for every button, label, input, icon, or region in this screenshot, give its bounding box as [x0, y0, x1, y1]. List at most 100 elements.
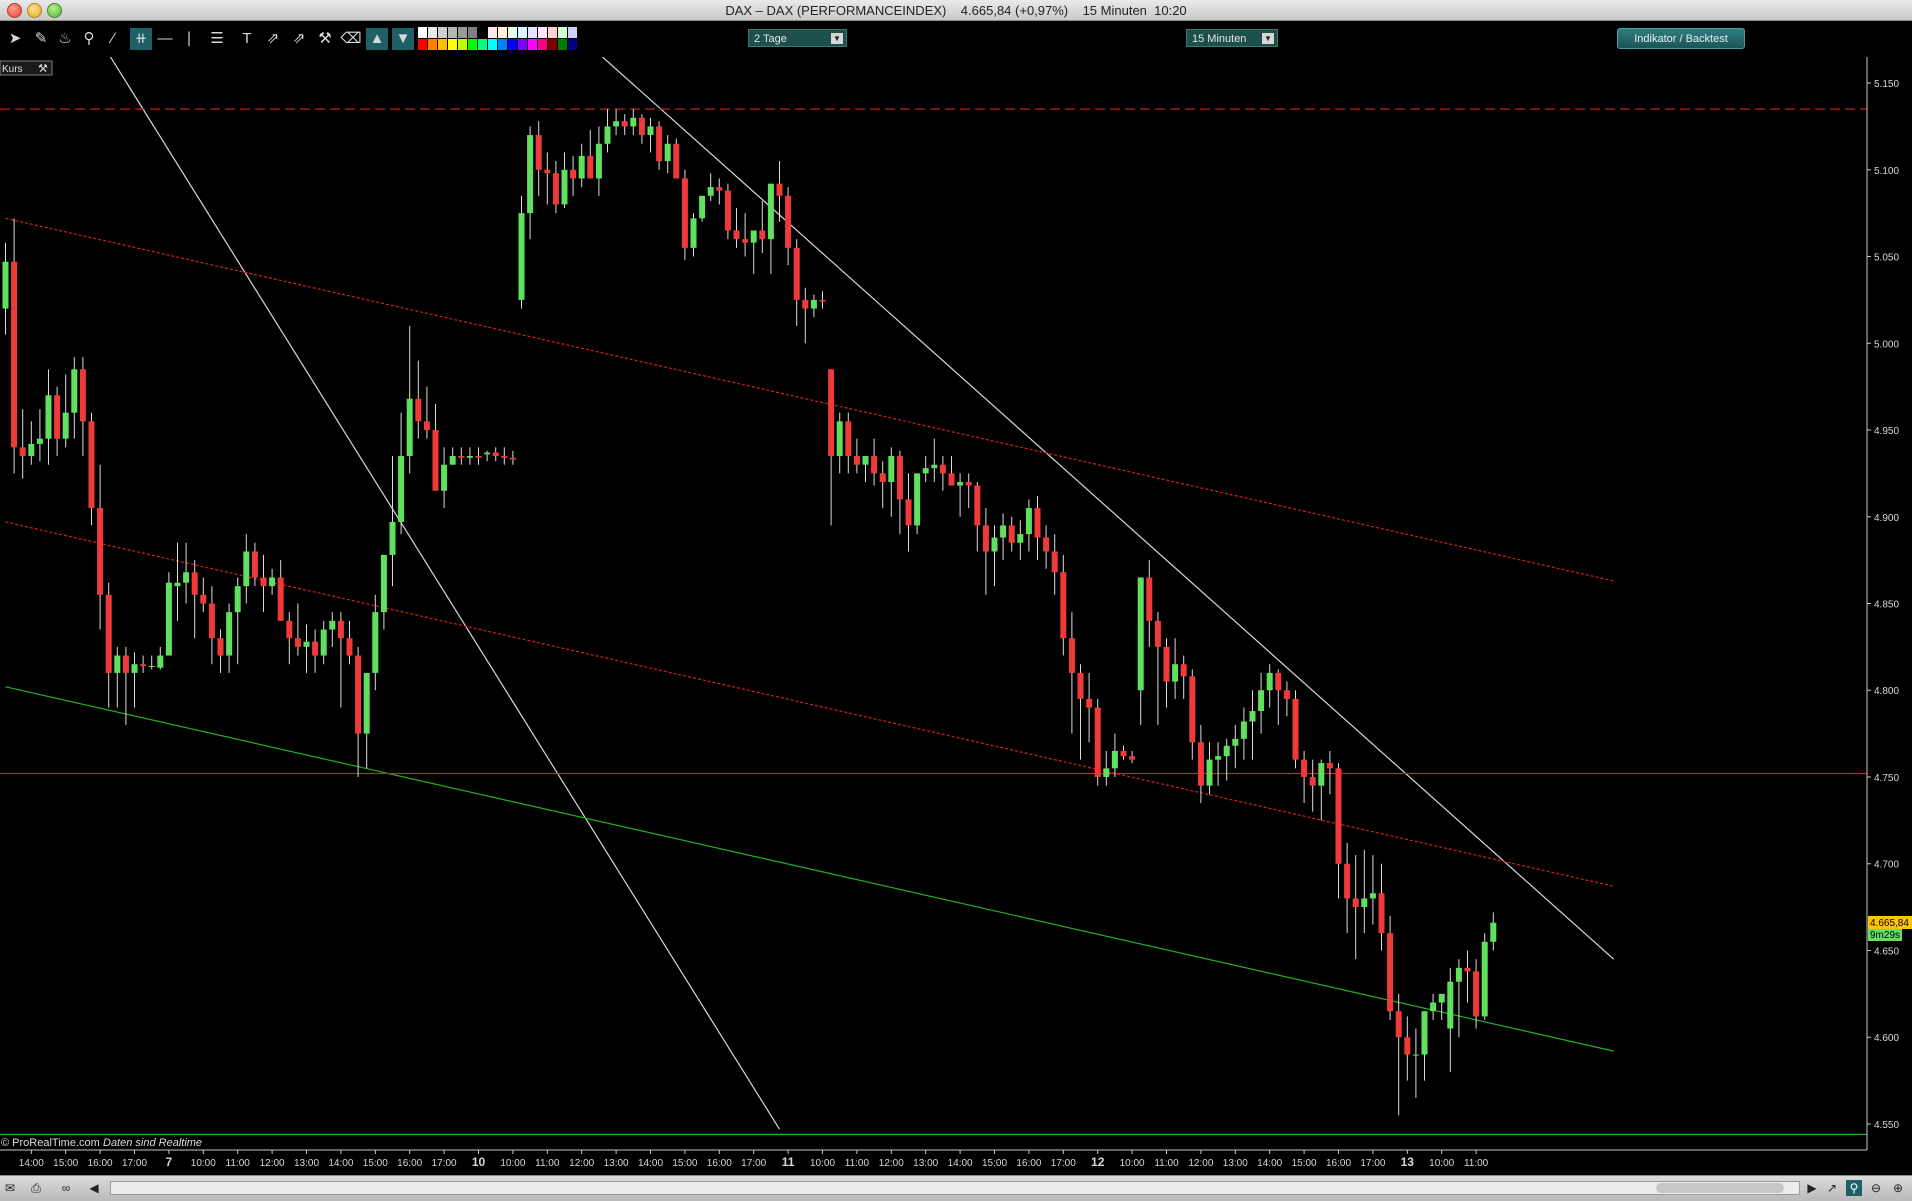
color-swatch[interactable]	[498, 39, 507, 50]
bell-icon[interactable]: ♨	[54, 28, 76, 50]
fibonacci-icon[interactable]: ☰	[206, 28, 228, 50]
color-swatch[interactable]	[488, 39, 497, 50]
candle-body	[888, 456, 895, 483]
candle-body	[1421, 1011, 1428, 1055]
trash-icon[interactable]: ⌫	[340, 28, 362, 50]
color-swatch[interactable]	[478, 27, 487, 38]
color-swatch[interactable]	[568, 39, 577, 50]
scrollbar-thumb[interactable]	[1656, 1183, 1784, 1193]
color-swatch[interactable]	[548, 27, 557, 38]
scroll-left-icon[interactable]: ◀	[86, 1180, 102, 1196]
text-icon[interactable]: T	[236, 28, 258, 50]
color-swatch[interactable]	[428, 39, 437, 50]
wrench-icon[interactable]: ⚒	[314, 28, 336, 50]
color-swatch[interactable]	[518, 39, 527, 50]
panel-label-text: Kurs	[2, 64, 23, 75]
scroll-right-icon[interactable]: ▶	[1804, 1180, 1820, 1196]
color-swatch[interactable]	[458, 39, 467, 50]
color-swatch[interactable]	[468, 27, 477, 38]
interval-dropdown[interactable]: 15 Minuten ▼	[1186, 29, 1278, 47]
color-swatch[interactable]	[528, 27, 537, 38]
candle-body	[269, 577, 276, 587]
trend-style-icon[interactable]: ▼	[392, 28, 414, 50]
candle-body	[122, 655, 129, 673]
color-swatch[interactable]	[528, 39, 537, 50]
time-scrollbar[interactable]	[110, 1181, 1800, 1195]
candle-body	[277, 577, 284, 621]
color-swatch[interactable]	[438, 39, 447, 50]
x-tick-label: 16:00	[1326, 1158, 1351, 1169]
price-chart[interactable]: 5.150 5.100 5.050 5.000 4.950 4.900 4.850 4.800…	[0, 57, 1912, 1174]
trendline-icon[interactable]: ⇗	[288, 28, 310, 50]
candle-body	[905, 499, 912, 526]
channel-icon[interactable]: ⧺	[130, 28, 152, 50]
candle-body	[389, 521, 396, 555]
color-swatch[interactable]	[548, 39, 557, 50]
color-swatch[interactable]	[488, 27, 497, 38]
x-tick-label: 13:00	[1223, 1158, 1248, 1169]
color-swatch[interactable]	[508, 27, 517, 38]
color-swatch[interactable]	[468, 39, 477, 50]
color-swatch[interactable]	[498, 27, 507, 38]
panel-label[interactable]: Kurs ⚒	[0, 60, 53, 76]
color-swatch[interactable]	[508, 39, 517, 50]
trend-color-icon[interactable]: ▲	[366, 28, 388, 50]
trend-line	[601, 57, 1615, 960]
period-dropdown[interactable]: 2 Tage ▼	[748, 29, 847, 47]
window-title: DAX – DAX (PERFORMANCEINDEX) 4.665,84 (+…	[725, 3, 1187, 18]
color-swatch[interactable]	[458, 27, 467, 38]
color-swatch[interactable]	[438, 27, 447, 38]
zoom-icon[interactable]: ⚲	[78, 28, 100, 50]
zoom-in-icon[interactable]: ⊕	[1890, 1180, 1906, 1196]
bottom-toolbar: ✉ ⎙ ∞ ◀ ▶ ↗ ⚲ ⊖ ⊕	[0, 1175, 1912, 1201]
indicator-backtest-button[interactable]: Indikator / Backtest	[1617, 28, 1745, 49]
x-tick-label: 12:00	[260, 1158, 285, 1169]
color-swatch[interactable]	[558, 39, 567, 50]
color-palette[interactable]	[418, 27, 577, 51]
color-swatch[interactable]	[448, 39, 457, 50]
candle-body	[802, 299, 809, 309]
candle-body	[114, 655, 121, 673]
candle-body	[914, 473, 921, 526]
candle-body	[97, 508, 104, 595]
candle-body	[329, 620, 336, 630]
color-swatch[interactable]	[478, 39, 487, 50]
candle-body	[724, 190, 731, 231]
candle-body	[466, 456, 473, 458]
candle-body	[1154, 620, 1161, 647]
horizontal-line-icon[interactable]: —	[154, 28, 176, 50]
x-tick-label: 13:00	[294, 1158, 319, 1169]
candle-body	[1318, 763, 1325, 786]
color-swatch[interactable]	[568, 27, 577, 38]
line-icon[interactable]: ∕	[102, 28, 124, 50]
candle-body	[982, 525, 989, 552]
candle-body	[251, 551, 258, 578]
candle-body	[535, 135, 542, 170]
zoom-out-icon[interactable]: ⊖	[1868, 1180, 1884, 1196]
trendline-icon[interactable]: ⇗	[262, 28, 284, 50]
candle-body	[234, 586, 241, 613]
color-swatch[interactable]	[418, 39, 427, 50]
candle-body	[1404, 1037, 1411, 1055]
autoscale-icon[interactable]: ↗	[1824, 1180, 1840, 1196]
color-swatch[interactable]	[558, 27, 567, 38]
copyright-text: © ProRealTime.com	[1, 1137, 100, 1149]
color-swatch[interactable]	[538, 27, 547, 38]
candle-body	[1344, 863, 1351, 899]
x-tick-label: 16:00	[707, 1158, 732, 1169]
color-swatch[interactable]	[428, 27, 437, 38]
color-swatch[interactable]	[538, 39, 547, 50]
candle-body	[819, 299, 826, 302]
link-icon[interactable]: ∞	[58, 1180, 74, 1196]
mail-icon[interactable]: ✉	[2, 1180, 18, 1196]
zoom-select-icon[interactable]: ⚲	[1846, 1180, 1862, 1196]
color-swatch[interactable]	[518, 27, 527, 38]
color-swatch[interactable]	[448, 27, 457, 38]
print-icon[interactable]: ⎙	[28, 1180, 44, 1196]
pointer-icon[interactable]: ➤	[4, 28, 26, 50]
ruler-icon[interactable]: ✎	[30, 28, 52, 50]
candle-body	[217, 638, 224, 656]
color-swatch[interactable]	[418, 27, 427, 38]
candle-body	[458, 456, 465, 458]
vertical-line-icon[interactable]: ∣	[178, 28, 200, 50]
